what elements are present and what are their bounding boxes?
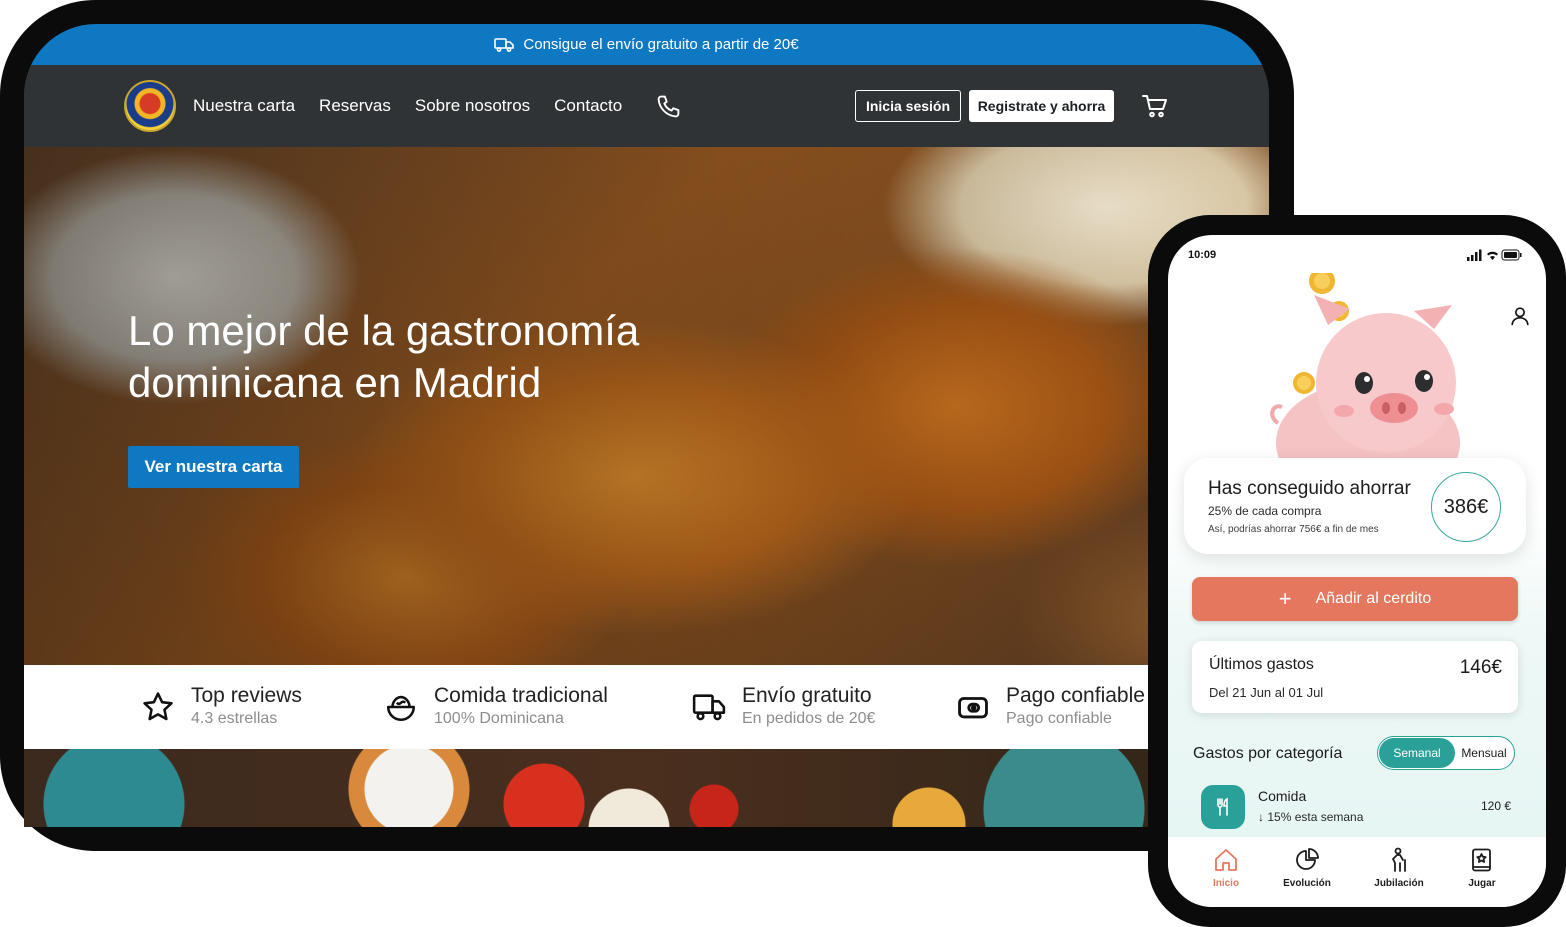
game-book-icon (1472, 848, 1491, 872)
feature-title: Pago confiable (1006, 684, 1145, 707)
savings-subtitle: 25% de cada compra (1208, 504, 1322, 518)
feature-subtitle: 100% Dominicana (434, 710, 564, 727)
home-icon (1215, 849, 1237, 871)
arrow-down-icon: ↓ (1258, 810, 1268, 824)
restaurant-logo[interactable] (124, 80, 176, 132)
nav-link-carta[interactable]: Nuestra carta (193, 96, 295, 116)
tab-evolucion[interactable]: Evolución (1267, 847, 1347, 897)
phone-screen: 10:09 Has conseguido ahorrar 25% de cada… (1168, 235, 1546, 907)
tab-inicio[interactable]: Inicio (1186, 847, 1266, 897)
period-toggle[interactable]: Semanal Mensual (1377, 736, 1515, 770)
category-label: Gastos por categoría (1193, 745, 1343, 762)
status-bar: 10:09 (1168, 235, 1546, 275)
tablet-screen: Consigue el envío gratuito a partir de 2… (24, 24, 1269, 827)
food-photo-strip (24, 749, 1269, 827)
savings-title: Has conseguido ahorrar (1208, 478, 1411, 499)
features-bar: Top reviews 4.3 estrellas Comida tradici… (24, 665, 1269, 749)
feature-subtitle: Pago confiable (1006, 710, 1112, 727)
status-icons (1467, 249, 1522, 261)
fork-knife-icon (1201, 785, 1245, 829)
plus-icon: + (1278, 586, 1292, 611)
feature-subtitle: En pedidos de 20€ (742, 710, 876, 727)
feature-secure-payment: Pago confiable Pago confiable (956, 665, 1145, 749)
tab-jugar[interactable]: Jugar (1442, 847, 1522, 897)
star-icon (143, 692, 173, 721)
truck-icon (692, 694, 726, 721)
wallet-icon (958, 697, 988, 719)
toggle-monthly[interactable]: Mensual (1454, 738, 1514, 768)
nav-link-reservas[interactable]: Reservas (319, 96, 391, 116)
tablet-device: Consigue el envío gratuito a partir de 2… (0, 0, 1294, 851)
food-bowl-icon (386, 695, 416, 722)
savings-note: Así, podrías ahorrar 756€ a fin de mes (1208, 524, 1379, 535)
hero-banner: Lo mejor de la gastronomía dominicana en… (24, 147, 1269, 665)
savings-card: Has conseguido ahorrar 25% de cada compr… (1184, 458, 1526, 554)
feature-title: Comida tradicional (434, 684, 608, 707)
tab-label: Jubilación (1374, 878, 1424, 889)
promo-text: Consigue el envío gratuito a partir de 2… (523, 36, 799, 53)
nav-link-contacto[interactable]: Contacto (554, 96, 622, 116)
phone-device: 10:09 Has conseguido ahorrar 25% de cada… (1148, 215, 1566, 927)
category-trend: ↓ 15% esta semana (1258, 810, 1363, 824)
promo-bar: Consigue el envío gratuito a partir de 2… (24, 24, 1269, 65)
last-expenses-card[interactable]: Últimos gastos Del 21 Jun al 01 Jul 146€ (1192, 641, 1518, 713)
truck-icon (494, 37, 515, 52)
add-to-piggy-button[interactable]: + Añadir al cerdito (1192, 577, 1518, 621)
feature-traditional-food: Comida tradicional 100% Dominicana (384, 665, 608, 749)
bottom-tab-bar: Inicio Evolución Jubilación Jugar (1168, 837, 1546, 907)
cart-icon[interactable] (1141, 92, 1169, 120)
last-expenses-range: Del 21 Jun al 01 Jul (1209, 685, 1324, 700)
tab-label: Inicio (1212, 878, 1240, 889)
elderly-person-icon (1392, 847, 1406, 872)
view-menu-button[interactable]: Ver nuestra carta (128, 446, 299, 488)
top-nav: Nuestra carta Reservas Sobre nosotros Co… (24, 65, 1269, 147)
register-button[interactable]: Registrate y ahorra (969, 90, 1114, 122)
nav-links: Nuestra carta Reservas Sobre nosotros Co… (193, 65, 622, 147)
feature-reviews: Top reviews 4.3 estrellas (141, 665, 302, 749)
last-expenses-amount: 146€ (1459, 657, 1502, 678)
feature-subtitle: 4.3 estrellas (191, 710, 278, 727)
category-row-food[interactable]: Comida ↓ 15% esta semana 120 € (1201, 785, 1511, 829)
user-profile-icon[interactable] (1509, 305, 1531, 327)
category-name: Comida (1258, 788, 1307, 804)
feature-free-shipping: Envío gratuito En pedidos de 20€ (692, 665, 875, 749)
nav-link-sobre-nosotros[interactable]: Sobre nosotros (415, 96, 530, 116)
tab-label: Jugar (1468, 878, 1496, 889)
add-button-label: Añadir al cerdito (1315, 590, 1432, 607)
tab-label: Evolución (1283, 878, 1331, 889)
status-time: 10:09 (1188, 249, 1217, 261)
tab-jubilacion[interactable]: Jubilación (1359, 847, 1439, 897)
phone-icon[interactable] (656, 94, 681, 119)
feature-title: Top reviews (191, 684, 302, 707)
category-amount: 120 € (1480, 799, 1511, 813)
category-trend-text: 15% esta semana (1267, 810, 1364, 824)
hero-title: Lo mejor de la gastronomía dominicana en… (128, 307, 640, 406)
last-expenses-title: Últimos gastos (1209, 656, 1314, 673)
feature-title: Envío gratuito (742, 684, 872, 707)
pie-chart-icon (1296, 848, 1319, 870)
toggle-weekly[interactable]: Semanal (1379, 738, 1455, 768)
login-button[interactable]: Inicia sesión (855, 90, 961, 122)
savings-amount: 386€ (1431, 472, 1501, 542)
